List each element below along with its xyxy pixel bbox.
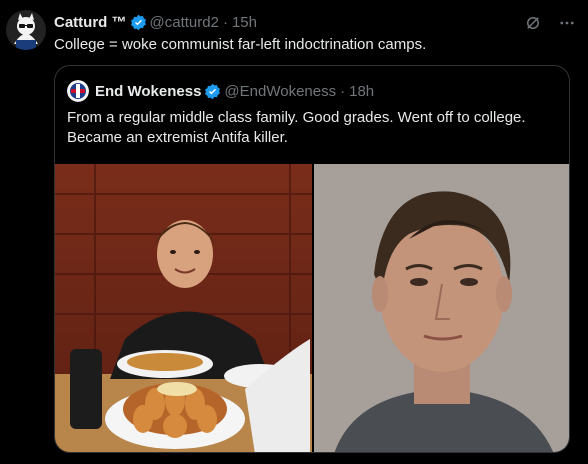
author-avatar-image [6, 10, 46, 50]
quoted-author-name[interactable]: End Wokeness [95, 83, 201, 100]
tweet-time[interactable]: 15h [232, 14, 257, 31]
quoted-author-handle[interactable]: @EndWokeness [224, 83, 336, 100]
more-options-icon[interactable] [558, 14, 576, 32]
author-handle[interactable]: @catturd2 [150, 14, 219, 31]
verified-badge-icon[interactable] [204, 83, 221, 100]
tweet-actions [524, 14, 576, 32]
author-name[interactable]: Catturd ™ [54, 14, 127, 31]
author-avatar[interactable] [6, 10, 46, 50]
quoted-author-avatar[interactable] [67, 80, 89, 102]
quoted-media-grid [55, 164, 569, 452]
quoted-tweet-time[interactable]: 18h [349, 83, 374, 100]
quoted-tweet-header: End Wokeness @EndWokeness · 18h [67, 79, 374, 103]
dot-separator: · [222, 13, 228, 31]
tweet-text: College = woke communist far-left indoct… [54, 36, 427, 53]
photo-right-mugshot[interactable] [314, 164, 569, 452]
photo-left-boy-at-restaurant[interactable] [55, 164, 312, 452]
quoted-tweet-text: From a regular middle class family. Good… [67, 109, 526, 146]
dot-separator: · [340, 82, 346, 100]
quoted-tweet[interactable]: End Wokeness @EndWokeness · 18h From a r… [54, 65, 570, 453]
tweet-header: Catturd ™ @catturd2 · 15h [54, 12, 588, 32]
grok-icon[interactable] [524, 14, 542, 32]
verified-badge-icon[interactable] [130, 14, 147, 31]
